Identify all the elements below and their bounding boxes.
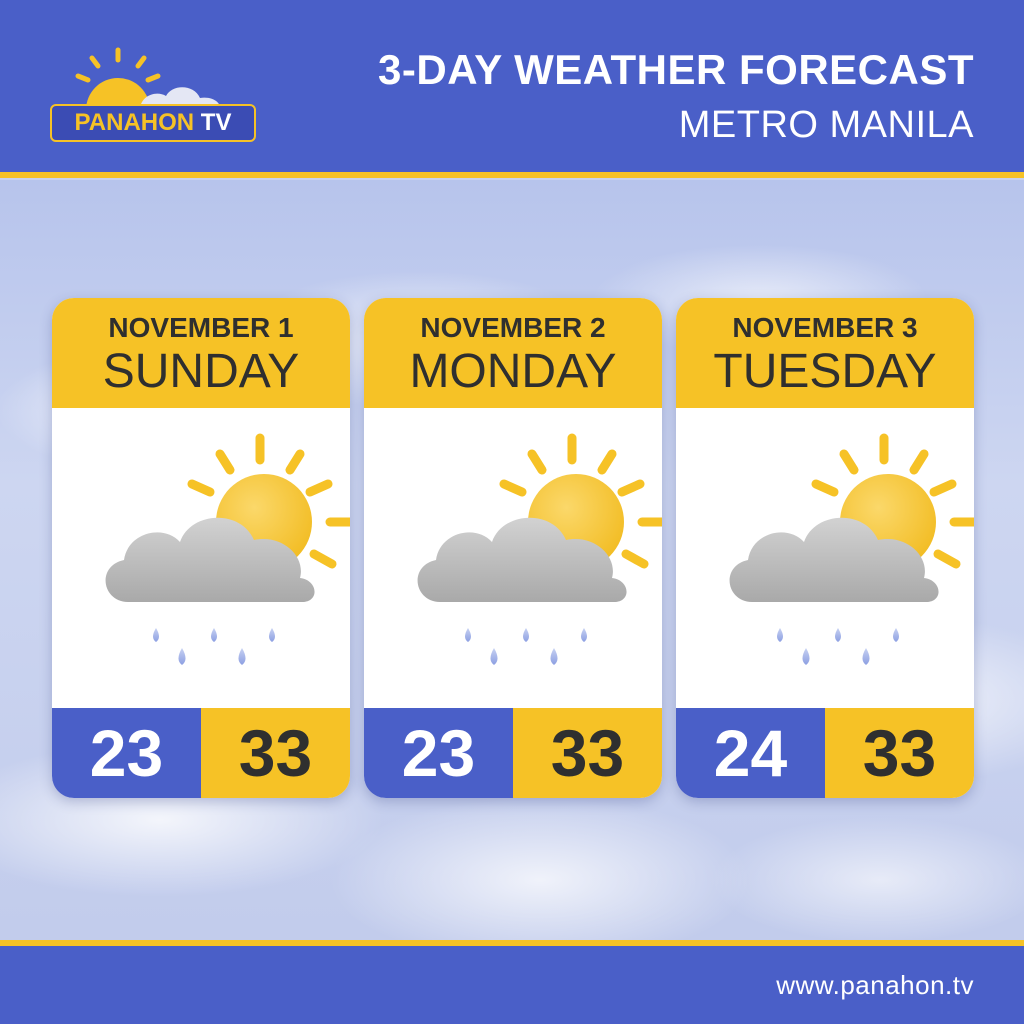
card-day: MONDAY [409,345,617,398]
temp-high: 33 [513,708,662,798]
temp-high: 33 [201,708,350,798]
card-date: NOVEMBER 3 [732,312,918,343]
forecast-card-day-2: NOVEMBER 2 MONDAY 23 33 [364,298,662,798]
logo-tv-text: TV [200,109,232,136]
website-url: www.panahon.tv [776,970,974,1000]
panahon-tv-logo: PANAHON TV [48,46,268,146]
partly-sunny-rain-icon [82,428,350,678]
page-title: 3-DAY WEATHER FORECAST [378,46,974,93]
temp-high: 33 [825,708,974,798]
card-header: NOVEMBER 1 SUNDAY [52,298,350,408]
card-date: NOVEMBER 1 [108,312,294,343]
partly-sunny-rain-icon [394,428,662,678]
header-divider [0,172,1024,178]
partly-sunny-rain-icon [706,428,974,678]
card-date: NOVEMBER 2 [420,312,606,343]
forecast-card-day-1: NOVEMBER 1 SUNDAY 23 33 [52,298,350,798]
logo-brand-text: PANAHON [74,109,195,136]
temp-low: 24 [676,708,825,798]
temp-low: 23 [52,708,201,798]
page-subtitle: METRO MANILA [678,104,974,146]
card-header: NOVEMBER 3 TUESDAY [676,298,974,408]
card-day: SUNDAY [102,345,300,398]
temp-low: 23 [364,708,513,798]
card-day: TUESDAY [713,345,937,398]
forecast-card-day-3: NOVEMBER 3 TUESDAY 24 33 [676,298,974,798]
card-header: NOVEMBER 2 MONDAY [364,298,662,408]
logo-wordmark: PANAHON TV [50,104,256,142]
